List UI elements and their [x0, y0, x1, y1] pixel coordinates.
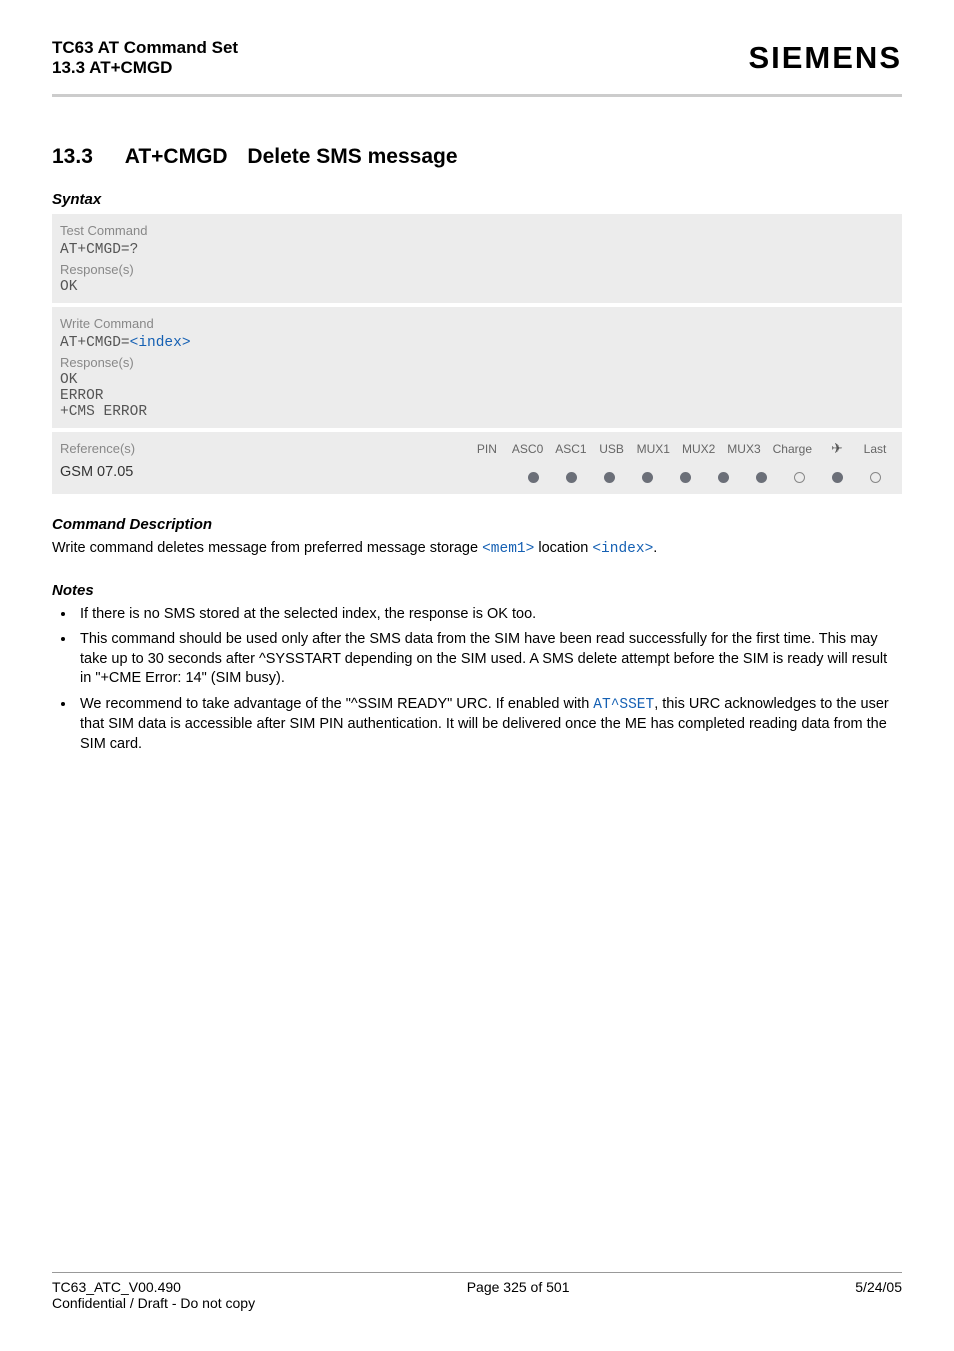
chan-dot-mux3	[742, 464, 780, 488]
chan-head-airplane: ✈	[818, 438, 856, 459]
write-command-label: Write Command	[60, 313, 894, 335]
footer-rule	[52, 1272, 902, 1273]
header-rule	[52, 94, 902, 97]
page-footer: TC63_ATC_V00.490 Page 325 of 501 5/24/05…	[52, 1272, 902, 1311]
section-command: AT+CMGD	[125, 145, 228, 169]
dot-filled-icon	[756, 472, 767, 483]
section-number: 13.3	[52, 145, 93, 169]
chan-dot-airplane	[818, 464, 856, 488]
doc-title: TC63 AT Command Set	[52, 38, 238, 58]
note3-prefix: We recommend to take advantage of the "^…	[80, 696, 593, 712]
write-command-param[interactable]: <index>	[130, 335, 191, 351]
dot-filled-icon	[680, 472, 691, 483]
note-item-2: This command should be used only after t…	[76, 630, 902, 689]
write-command-text: AT+CMGD=<index>	[60, 335, 894, 351]
chan-dot-mux1	[666, 464, 704, 488]
param-index[interactable]: <index>	[592, 541, 653, 557]
footer-confidential: Confidential / Draft - Do not copy	[52, 1295, 902, 1311]
section-heading: 13.3 AT+CMGD Delete SMS message	[52, 145, 902, 169]
test-response-label: Response(s)	[60, 258, 894, 279]
dot-filled-icon	[566, 472, 577, 483]
note3-link[interactable]: AT^SSET	[593, 697, 654, 713]
dot-filled-icon	[718, 472, 729, 483]
section-title: Delete SMS message	[247, 145, 457, 168]
chan-head-mux1: MUX1	[631, 438, 676, 459]
dot-filled-icon	[604, 472, 615, 483]
chan-dot-charge	[780, 464, 818, 488]
dot-empty-icon	[794, 472, 805, 483]
note-item-3: We recommend to take advantage of the "^…	[76, 695, 902, 755]
dot-filled-icon	[832, 472, 843, 483]
write-response-ok: OK	[60, 372, 894, 388]
chan-head-usb: USB	[593, 438, 631, 459]
chan-dot-pin	[514, 464, 552, 488]
notes-list: If there is no SMS stored at the selecte…	[52, 605, 902, 755]
reference-block: Reference(s) PIN ASC0 ASC1 USB MUX1 MUX2…	[52, 432, 902, 494]
doc-subtitle: 13.3 AT+CMGD	[52, 58, 238, 78]
chan-head-asc0: ASC0	[506, 438, 549, 459]
chan-dot-mux2	[704, 464, 742, 488]
desc-mid: location	[534, 540, 592, 556]
notes-heading: Notes	[52, 582, 902, 599]
page-header: TC63 AT Command Set 13.3 AT+CMGD SIEMENS	[52, 38, 902, 90]
reference-value: GSM 07.05	[60, 464, 410, 480]
command-description-text: Write command deletes message from prefe…	[52, 539, 902, 560]
chan-head-last: Last	[856, 438, 894, 459]
write-response-cms: +CMS ERROR	[60, 404, 894, 420]
chan-head-charge: Charge	[767, 438, 818, 459]
airplane-icon: ✈	[831, 440, 843, 456]
write-response-label: Response(s)	[60, 351, 894, 372]
write-response-error: ERROR	[60, 388, 894, 404]
channel-table: PIN ASC0 ASC1 USB MUX1 MUX2 MUX3 Charge …	[468, 438, 894, 459]
chan-dot-asc1	[590, 464, 628, 488]
chan-head-mux3: MUX3	[721, 438, 766, 459]
chan-dot-asc0	[552, 464, 590, 488]
test-response-text: OK	[60, 279, 894, 295]
references-label: Reference(s)	[60, 438, 410, 460]
dot-empty-icon	[870, 472, 881, 483]
brand-logo: SIEMENS	[748, 40, 902, 76]
param-mem1[interactable]: <mem1>	[482, 541, 534, 557]
chan-head-pin: PIN	[468, 438, 506, 459]
command-description-heading: Command Description	[52, 516, 902, 533]
dot-filled-icon	[528, 472, 539, 483]
footer-date: 5/24/05	[855, 1279, 902, 1295]
note-item-1: If there is no SMS stored at the selecte…	[76, 605, 902, 625]
write-command-prefix: AT+CMGD=	[60, 335, 130, 351]
chan-head-mux2: MUX2	[676, 438, 721, 459]
test-command-text: AT+CMGD=?	[60, 242, 894, 258]
footer-page: Page 325 of 501	[467, 1279, 570, 1295]
desc-prefix: Write command deletes message from prefe…	[52, 540, 482, 556]
chan-dot-usb	[628, 464, 666, 488]
footer-version: TC63_ATC_V00.490	[52, 1279, 181, 1295]
test-command-block: Test Command AT+CMGD=? Response(s) OK	[52, 214, 902, 303]
test-command-label: Test Command	[60, 220, 894, 242]
syntax-heading: Syntax	[52, 191, 902, 208]
desc-suffix: .	[653, 540, 657, 556]
write-command-block: Write Command AT+CMGD=<index> Response(s…	[52, 307, 902, 428]
chan-dot-last	[856, 464, 894, 488]
chan-head-asc1: ASC1	[549, 438, 592, 459]
dot-filled-icon	[642, 472, 653, 483]
